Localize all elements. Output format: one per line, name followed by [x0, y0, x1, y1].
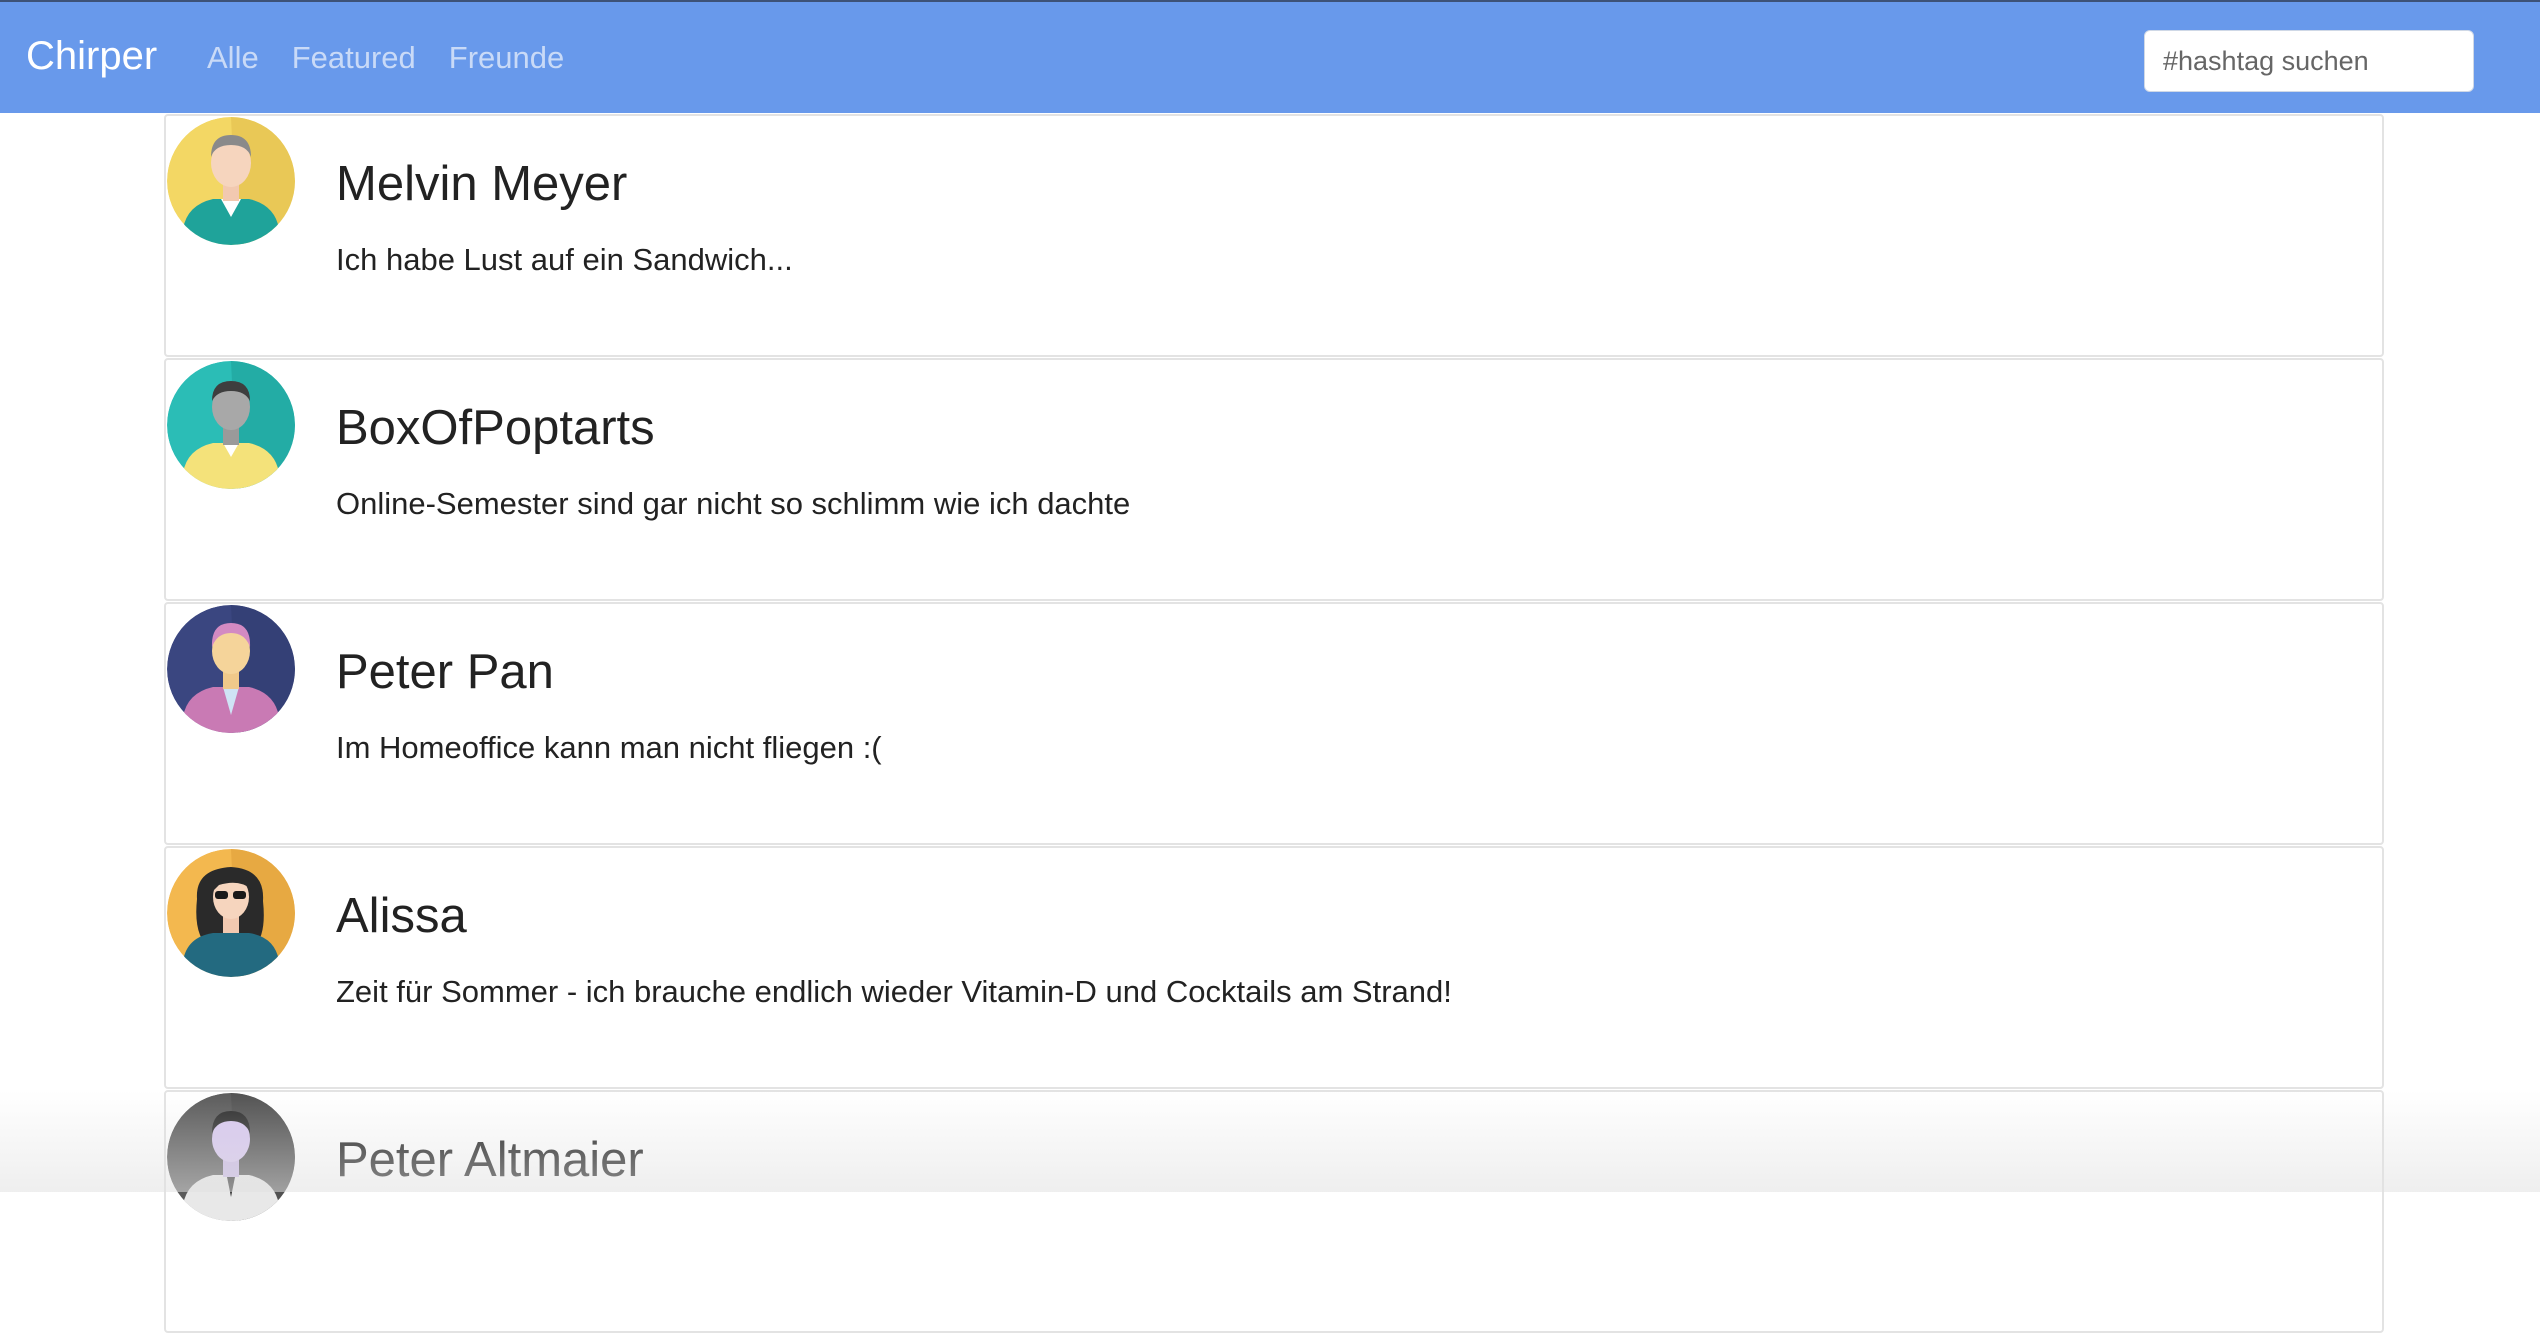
man-suit-avatar-icon[interactable]	[167, 1093, 295, 1221]
nav-link-alle[interactable]: Alle	[207, 38, 259, 78]
post-author[interactable]: BoxOfPoptarts	[336, 398, 655, 458]
woman-sunglasses-avatar-icon[interactable]	[167, 849, 295, 977]
post-text: Zeit für Sommer - ich brauche endlich wi…	[336, 974, 1452, 1009]
post-card[interactable]: Alissa Zeit für Sommer - ich brauche end…	[164, 846, 2384, 1089]
nav-links: Alle Featured Freunde	[207, 38, 564, 78]
man-yellow-shirt-avatar-icon[interactable]	[167, 361, 295, 489]
person-pink-jacket-avatar-icon[interactable]	[167, 605, 295, 733]
hashtag-search-input[interactable]	[2144, 30, 2474, 92]
post-author[interactable]: Melvin Meyer	[336, 154, 627, 214]
post-card[interactable]: Melvin Meyer Ich habe Lust auf ein Sandw…	[164, 114, 2384, 357]
man-teal-shirt-avatar-icon[interactable]	[167, 117, 295, 245]
post-card[interactable]: BoxOfPoptarts Online-Semester sind gar n…	[164, 358, 2384, 601]
post-text: Im Homeoffice kann man nicht fliegen :(	[336, 730, 882, 765]
post-card[interactable]: Peter Altmaier	[164, 1090, 2384, 1333]
navbar: Chirper Alle Featured Freunde	[0, 0, 2540, 113]
nav-link-featured[interactable]: Featured	[292, 38, 416, 78]
post-author[interactable]: Alissa	[336, 886, 467, 946]
post-author[interactable]: Peter Altmaier	[336, 1130, 644, 1190]
post-feed: Melvin Meyer Ich habe Lust auf ein Sandw…	[164, 114, 2384, 1334]
post-author[interactable]: Peter Pan	[336, 642, 554, 702]
post-card[interactable]: Peter Pan Im Homeoffice kann man nicht f…	[164, 602, 2384, 845]
brand-logo[interactable]: Chirper	[26, 32, 157, 80]
post-text: Ich habe Lust auf ein Sandwich...	[336, 242, 793, 277]
post-text: Online-Semester sind gar nicht so schlim…	[336, 486, 1131, 521]
nav-link-freunde[interactable]: Freunde	[449, 38, 564, 78]
